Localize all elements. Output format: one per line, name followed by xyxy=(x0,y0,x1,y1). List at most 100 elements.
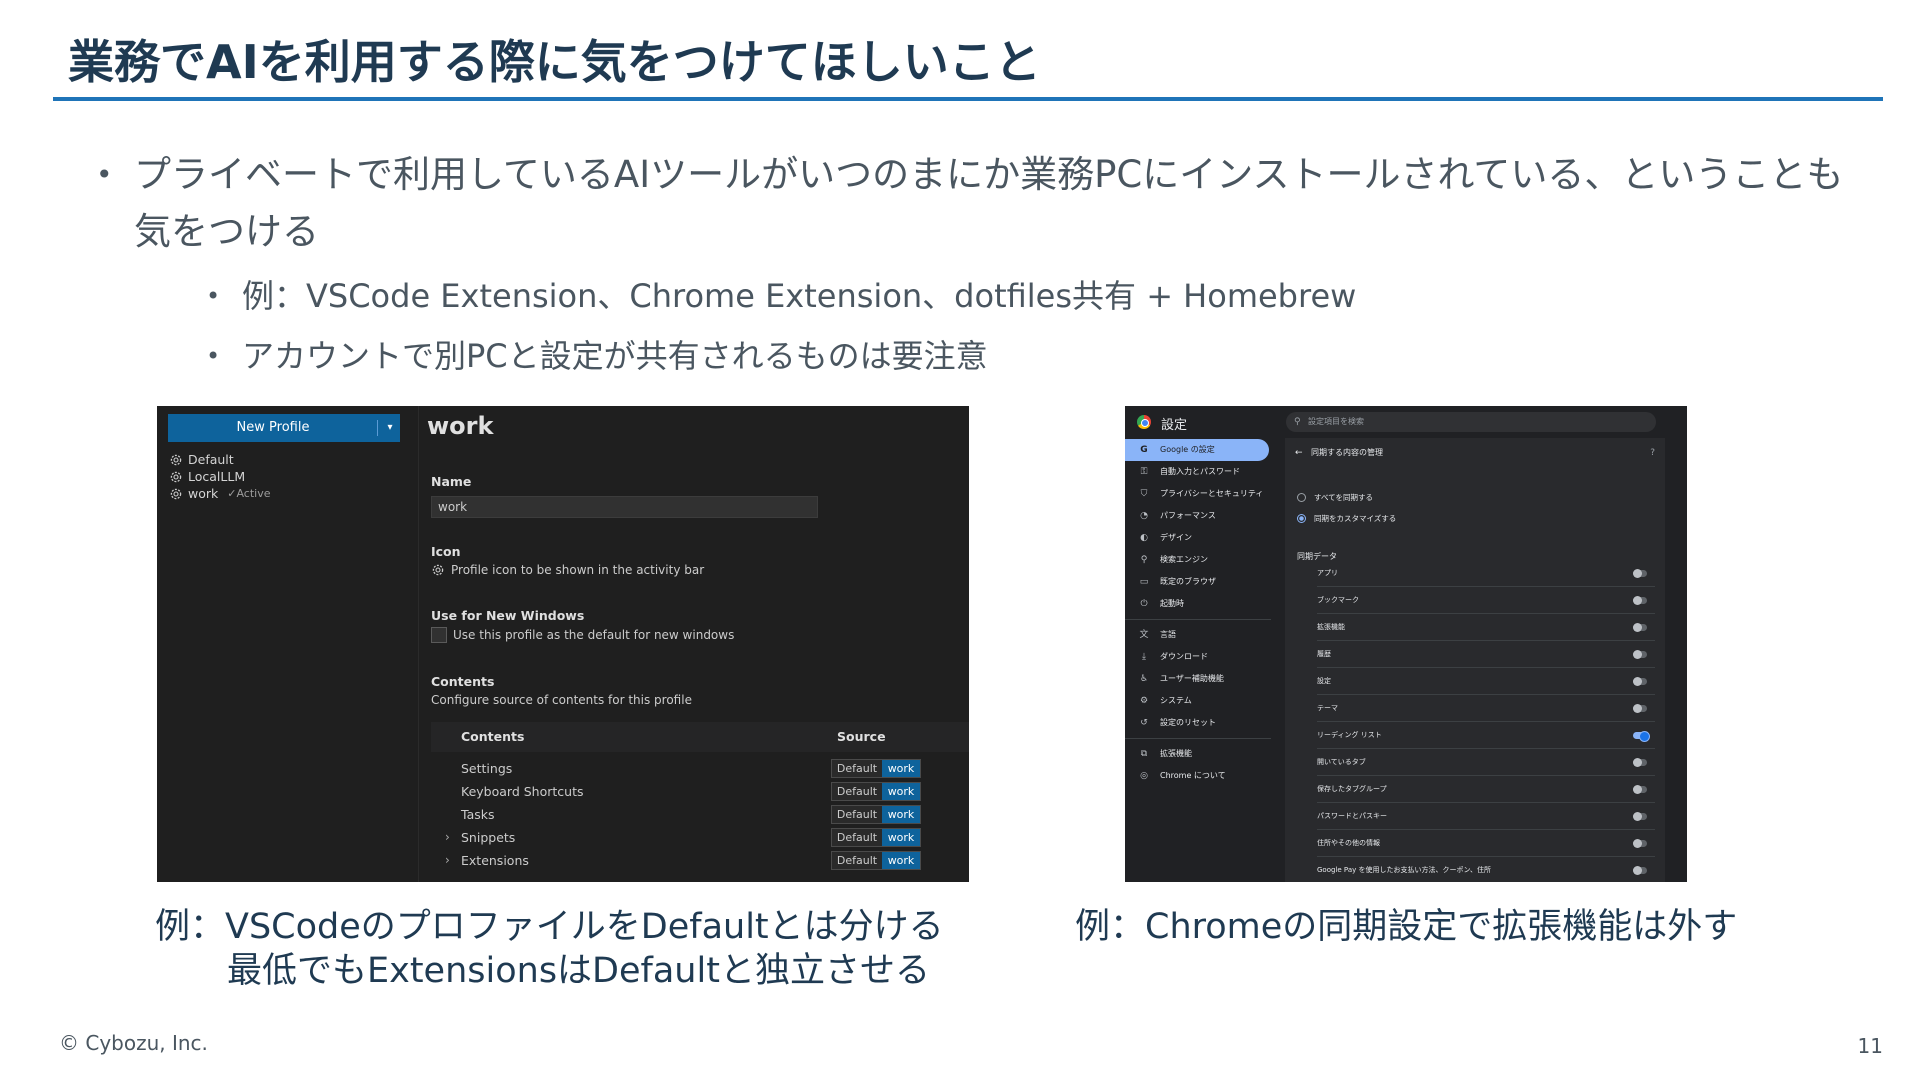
radio-sync-all[interactable]: すべてを同期する xyxy=(1297,492,1373,503)
nav-item-search-engine[interactable]: ⚲ 検索エンジン xyxy=(1125,549,1271,571)
profile-item-work[interactable]: work ✓Active xyxy=(169,486,271,501)
nav-item-design[interactable]: ◐ デザイン xyxy=(1125,527,1271,549)
table-row: Keyboard Shortcuts Default work xyxy=(431,780,969,803)
sync-label: 履歴 xyxy=(1317,650,1331,658)
radio-button[interactable] xyxy=(1297,493,1306,502)
sync-item-settings: 設定 xyxy=(1317,668,1655,695)
new-profile-label: New Profile xyxy=(236,420,310,435)
nav-item-default-browser[interactable]: ▭ 既定のブラウザ xyxy=(1125,571,1271,593)
nav-item-language[interactable]: 文 言語 xyxy=(1125,624,1271,646)
puzzle-icon: ⧉ xyxy=(1140,749,1148,759)
default-window-text: Use this profile as the default for new … xyxy=(453,628,735,642)
source-default-option[interactable]: Default xyxy=(832,760,882,777)
radio-sync-custom[interactable]: 同期をカスタマイズする xyxy=(1297,513,1396,524)
nav-item-performance[interactable]: ◔ パフォーマンス xyxy=(1125,505,1271,527)
table-row[interactable]: › Extensions Default work xyxy=(431,849,969,872)
vscode-profile-editor: work Name work Icon Profile icon to be s… xyxy=(419,406,969,882)
chevron-right-icon[interactable]: › xyxy=(445,826,450,849)
nav-item-system[interactable]: ⚙ システム xyxy=(1125,690,1271,712)
source-toggle[interactable]: Default work xyxy=(831,759,921,778)
sync-toggle[interactable] xyxy=(1633,731,1650,742)
reset-icon: ↺ xyxy=(1140,718,1148,728)
default-window-option[interactable]: Use this profile as the default for new … xyxy=(431,627,734,643)
back-arrow-icon[interactable]: ← xyxy=(1295,442,1303,464)
nav-label: 拡張機能 xyxy=(1160,749,1192,758)
chevron-right-icon[interactable]: › xyxy=(445,849,450,872)
nav-item-reset[interactable]: ↺ 設定のリセット xyxy=(1125,712,1271,734)
nav-label: Google の設定 xyxy=(1160,445,1215,454)
nav-item-startup[interactable]: ⏻ 起動時 xyxy=(1125,593,1271,615)
gear-icon[interactable] xyxy=(431,563,445,577)
new-profile-button[interactable]: New Profile ▾ xyxy=(168,414,400,442)
source-work-option[interactable]: work xyxy=(882,852,920,869)
source-work-option[interactable]: work xyxy=(882,760,920,777)
source-toggle[interactable]: Default work xyxy=(831,828,921,847)
nav-item-accessibility[interactable]: ♿ ユーザー補助機能 xyxy=(1125,668,1271,690)
nav-label: プライバシーとセキュリティ xyxy=(1160,489,1264,498)
sync-label: 拡張機能 xyxy=(1317,623,1345,631)
nav-item-extensions[interactable]: ⧉ 拡張機能 xyxy=(1125,743,1271,765)
vscode-caption-line2: 最低でもExtensionsはDefaultと独立させる xyxy=(227,951,930,991)
nav-label: デザイン xyxy=(1160,533,1192,542)
nav-label: 起動時 xyxy=(1160,599,1184,608)
gear-icon xyxy=(170,454,182,465)
gauge-icon: ◔ xyxy=(1140,511,1148,521)
radio-button[interactable] xyxy=(1297,514,1306,523)
profile-name: LocalLLM xyxy=(188,469,246,484)
vscode-caption-line1: 例：VSCodeのプロファイルをDefaultとは分ける xyxy=(155,907,944,947)
source-work-option[interactable]: work xyxy=(882,806,920,823)
settings-search-input[interactable]: ⚲ 設定項目を検索 xyxy=(1286,412,1656,432)
sync-toggle[interactable] xyxy=(1633,596,1647,605)
profile-item-localllm[interactable]: LocalLLM xyxy=(169,469,245,484)
chrome-settings-header: 設定 ⚲ 設定項目を検索 xyxy=(1125,406,1687,438)
chevron-down-icon[interactable]: ▾ xyxy=(380,414,400,442)
sync-settings-panel: ← 同期する内容の管理 ? すべてを同期する 同期をカスタマイズする 同期データ… xyxy=(1285,438,1665,882)
sync-toggle[interactable] xyxy=(1633,677,1647,686)
source-default-option[interactable]: Default xyxy=(832,829,882,846)
chrome-icon: ◎ xyxy=(1140,771,1148,781)
nav-label: ダウンロード xyxy=(1160,652,1208,661)
sync-label: 設定 xyxy=(1317,677,1331,685)
key-icon: ⚿ xyxy=(1140,467,1148,477)
sync-item-open-tabs: 開いているタブ xyxy=(1317,749,1655,776)
source-toggle[interactable]: Default work xyxy=(831,851,921,870)
nav-item-privacy[interactable]: ⛉ プライバシーとセキュリティ xyxy=(1125,483,1271,505)
table-row: Settings Default work xyxy=(431,757,969,780)
settings-title: 設定 xyxy=(1161,418,1188,433)
sync-toggle[interactable] xyxy=(1633,650,1647,659)
source-default-option[interactable]: Default xyxy=(832,806,882,823)
profile-item-default[interactable]: Default xyxy=(169,452,234,467)
icon-description: Profile icon to be shown in the activity… xyxy=(451,563,705,577)
sync-toggle[interactable] xyxy=(1633,569,1647,578)
gear-icon xyxy=(170,471,182,482)
nav-item-autofill[interactable]: ⚿ 自動入力とパスワード xyxy=(1125,461,1271,483)
sync-toggle[interactable] xyxy=(1633,785,1647,794)
nav-item-about-chrome[interactable]: ◎ Chrome について xyxy=(1125,765,1271,787)
source-toggle[interactable]: Default work xyxy=(831,782,921,801)
source-work-option[interactable]: work xyxy=(882,783,920,800)
nav-item-downloads[interactable]: ⤓ ダウンロード xyxy=(1125,646,1271,668)
title-rule xyxy=(53,97,1883,101)
chrome-caption: 例：Chromeの同期設定で拡張機能は外す xyxy=(1075,907,1738,947)
source-toggle[interactable]: Default work xyxy=(831,805,921,824)
default-window-checkbox[interactable] xyxy=(431,627,447,643)
download-icon: ⤓ xyxy=(1142,652,1146,662)
page-number: 11 xyxy=(1857,1034,1883,1058)
sync-label: 保存したタブグループ xyxy=(1317,785,1387,793)
slide-title: 業務でAIを利用する際に気をつけてほしいこと xyxy=(68,35,1041,89)
source-default-option[interactable]: Default xyxy=(832,783,882,800)
profile-icon-row[interactable]: Profile icon to be shown in the activity… xyxy=(431,563,704,577)
nav-item-google[interactable]: G Google の設定 xyxy=(1125,439,1269,461)
sync-toggle[interactable] xyxy=(1633,758,1647,767)
source-work-option[interactable]: work xyxy=(882,829,920,846)
source-default-option[interactable]: Default xyxy=(832,852,882,869)
sync-toggle[interactable] xyxy=(1633,839,1647,848)
profile-name-input[interactable]: work xyxy=(431,496,818,518)
sync-toggle[interactable] xyxy=(1633,866,1647,875)
sync-label: リーディング リスト xyxy=(1317,731,1382,739)
table-row[interactable]: › Snippets Default work xyxy=(431,826,969,849)
help-icon[interactable]: ? xyxy=(1650,442,1655,464)
sync-toggle[interactable] xyxy=(1633,704,1647,713)
sync-toggle[interactable] xyxy=(1633,812,1647,821)
sync-toggle[interactable] xyxy=(1633,623,1647,632)
